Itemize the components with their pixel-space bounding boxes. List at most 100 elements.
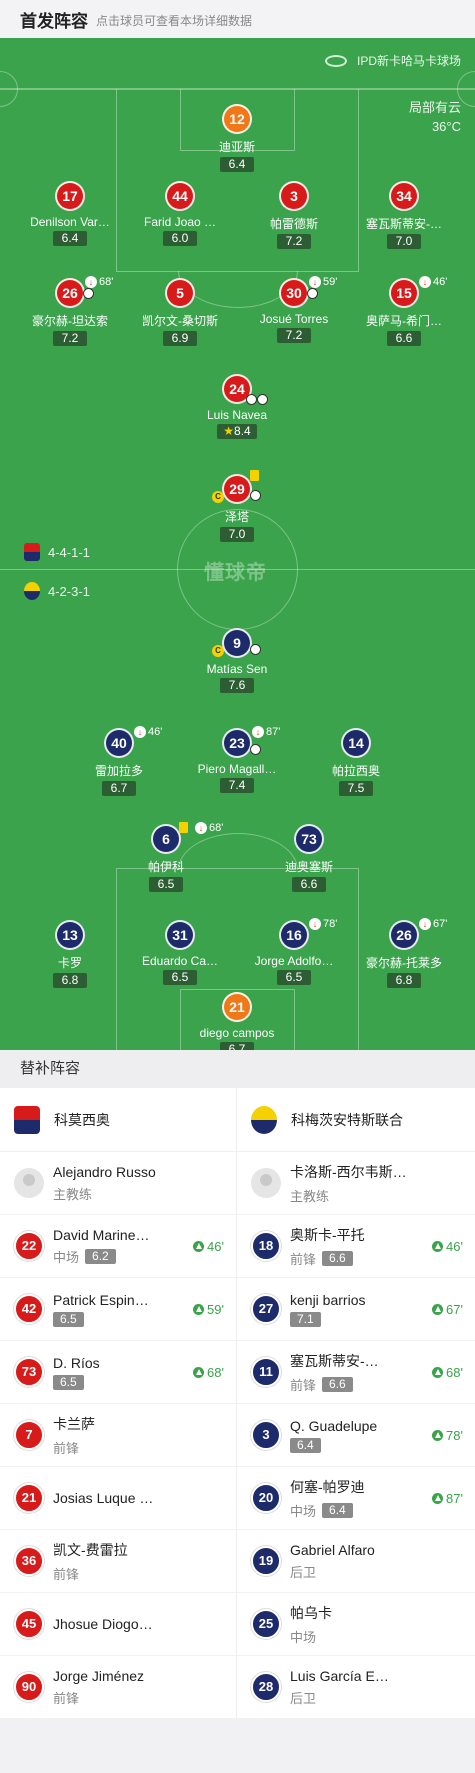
away-player[interactable]: 73 迪奥塞斯 6.6 — [254, 824, 364, 893]
away-player[interactable]: 6 帕伊科 6.5 ↓ 68' — [111, 822, 223, 893]
away-bench: 科梅茨安特斯联合 卡洛斯-西尔韦斯特里 主教练 18 奥斯卡-平托 前锋 6.6 46' 2… — [237, 1088, 475, 1719]
player-name: 帕乌卡 — [290, 1604, 332, 1621]
player-rating: 7.4 — [220, 778, 254, 793]
home-coach[interactable]: Alejandro Russo 主教练 — [0, 1152, 236, 1215]
sub-on-minute: 87' — [446, 1491, 463, 1506]
shirt-number: 3 — [251, 1420, 281, 1450]
player-rating: ★8.4 — [217, 424, 257, 439]
player-rating: 6.5 — [53, 1374, 84, 1390]
player-rating: 6.6 — [322, 1250, 353, 1266]
away-team-logo-icon — [24, 582, 40, 600]
away-player[interactable]: 40 雷加拉多 6.7 ↓ 46' — [64, 726, 174, 797]
pitch: IPD新卡哈马卡球场 局部有云 36°C 懂球帝 4-4-1-1 4-2-3-1… — [0, 38, 475, 1050]
player-meta: 6.5 — [53, 1311, 183, 1327]
home-bench-player[interactable]: 73 D. Ríos 6.5 68' — [0, 1341, 236, 1404]
away-player[interactable]: 13 卡罗 6.8 — [15, 920, 125, 989]
away-coach[interactable]: 卡洛斯-西尔韦斯特里 主教练 — [237, 1152, 475, 1215]
home-bench-player[interactable]: 90 Jorge Jiménez 前锋 — [0, 1656, 236, 1719]
shirt-number: 26 — [389, 920, 419, 950]
player-meta: 前锋 — [53, 1564, 183, 1583]
home-player[interactable]: 29 泽塔 7.0 C — [182, 470, 292, 543]
player-rating: 6.5 — [277, 970, 311, 985]
home-bench-player[interactable]: 7 卡兰萨 前锋 — [0, 1404, 236, 1467]
home-player[interactable]: 15 奥萨马-希门… 6.6 ↓ 46' — [349, 276, 459, 347]
player-name: Josué Torres — [259, 312, 329, 326]
player-rating: 7.2 — [277, 234, 311, 249]
player-info: 凯文-费雷拉 前锋 — [53, 1540, 183, 1583]
shirt-number: 22 — [14, 1231, 44, 1261]
home-bench-player[interactable]: 36 凯文-费雷拉 前锋 — [0, 1530, 236, 1593]
sub-off-minute: 46' — [148, 726, 163, 738]
away-player[interactable]: 23 Piero Magall… 7.4 ↓ 87' — [182, 726, 292, 794]
player-rating: 7.2 — [277, 328, 311, 343]
away-bench-team[interactable]: 科梅茨安特斯联合 — [237, 1088, 475, 1152]
shirt-number: 16 — [279, 920, 309, 950]
coach-avatar-icon — [251, 1168, 281, 1198]
away-bench-player[interactable]: 11 塞瓦斯蒂安-… 前锋 6.6 68' — [237, 1341, 475, 1404]
home-player[interactable]: 17 Denilson Var… 6.4 — [15, 181, 125, 247]
home-player[interactable]: 12 迪亚斯 6.4 — [182, 104, 292, 173]
sub-on-icon — [432, 1241, 444, 1252]
away-bench-player[interactable]: 20 何塞-帕罗迪 中场 6.4 87' — [237, 1467, 475, 1530]
away-bench-player[interactable]: 3 Q. Guadelupe 6.4 78' — [237, 1404, 475, 1467]
away-player[interactable]: 9 Matías Sen 7.6 C — [182, 628, 292, 694]
sub-on-minute: 68' — [207, 1365, 224, 1380]
away-player[interactable]: 14 帕拉西奥 7.5 — [301, 728, 411, 797]
away-player[interactable]: 16 Jorge Adolfo… 6.5 ↓ 78' — [239, 918, 349, 986]
home-player[interactable]: 44 Farid Joao … 6.0 — [125, 181, 235, 247]
player-position: 前锋 — [53, 1440, 80, 1456]
home-bench-player[interactable]: 45 Jhosue Diogo… — [0, 1593, 236, 1656]
player-meta: 前锋 — [53, 1438, 183, 1457]
player-name: 卡兰萨 — [53, 1415, 95, 1432]
home-player[interactable]: 26 豪尔赫-坦达索 7.2 ↓ 68' — [15, 276, 125, 347]
sub-on-time: 67' — [432, 1302, 463, 1317]
player-rating: 6.8 — [53, 973, 87, 988]
home-bench-player[interactable]: 22 David Marine… 中场 6.2 46' — [0, 1215, 236, 1278]
home-player[interactable]: 34 塞瓦斯蒂安-… 7.0 — [349, 181, 459, 250]
away-player[interactable]: 26 豪尔赫-托莱多 6.8 ↓ 67' — [349, 918, 459, 989]
player-name: 雷加拉多 — [94, 764, 143, 778]
player-info: Jorge Jiménez 前锋 — [53, 1668, 183, 1707]
player-position: 中场 — [53, 1249, 80, 1265]
player-name: Eduardo Ca… — [141, 954, 219, 968]
home-player[interactable]: 30 Josué Torres 7.2 ↓ 59' — [239, 276, 349, 344]
sub-off-icon: ↓ — [134, 726, 146, 738]
away-bench-player[interactable]: 25 帕乌卡 中场 — [237, 1593, 475, 1656]
away-player[interactable]: 21 diego campos 6.7 — [182, 992, 292, 1050]
player-name: Luis Navea — [206, 408, 268, 422]
player-meta: 中场 6.4 — [290, 1501, 420, 1520]
away-bench-player[interactable]: 18 奥斯卡-平托 前锋 6.6 46' — [237, 1215, 475, 1278]
player-info: 帕乌卡 中场 — [290, 1603, 420, 1646]
player-name: 塞瓦斯蒂安-… — [366, 217, 442, 231]
coach-name: 卡洛斯-西尔韦斯特里 — [290, 1163, 420, 1180]
home-team-name: 科莫西奥 — [54, 1111, 110, 1128]
player-meta: 6.5 — [53, 1374, 183, 1390]
sub-on-icon — [432, 1430, 444, 1441]
player-position: 前锋 — [290, 1251, 317, 1267]
home-player[interactable]: 3 帕雷德斯 7.2 — [239, 181, 349, 250]
shirt-number: 5 — [165, 278, 195, 308]
player-info: Luis García E… 后卫 — [290, 1668, 420, 1707]
home-bench-player[interactable]: 42 Patrick Espin… 6.5 59' — [0, 1278, 236, 1341]
player-name: 迪奥塞斯 — [284, 860, 333, 874]
home-bench-team[interactable]: 科莫西奥 — [0, 1088, 236, 1152]
shirt-number: 23 — [222, 728, 252, 758]
away-player[interactable]: 31 Eduardo Ca… 6.5 — [125, 920, 235, 986]
player-rating: 6.4 — [53, 231, 87, 246]
yellow-card-icon — [250, 470, 259, 481]
away-bench-player[interactable]: 27 kenji barrios 7.1 67' — [237, 1278, 475, 1341]
player-name: 何塞-帕罗迪 — [290, 1478, 365, 1495]
home-player[interactable]: 24 Luis Navea ★8.4 — [182, 374, 292, 440]
goal-ball-icon — [257, 394, 268, 405]
sub-on-minute: 78' — [446, 1428, 463, 1443]
away-team-logo-icon — [251, 1105, 277, 1134]
goal-ball-icon — [83, 288, 94, 299]
home-player[interactable]: 5 凯尔文-桑切斯 6.9 — [125, 278, 235, 347]
player-info: 奥斯卡-平托 前锋 6.6 — [290, 1225, 420, 1268]
captain-icon: C — [212, 491, 224, 503]
home-bench-player[interactable]: 21 Josias Luque … — [0, 1467, 236, 1530]
player-rating: 6.7 — [102, 781, 136, 796]
away-bench-player[interactable]: 19 Gabriel Alfaro 后卫 — [237, 1530, 475, 1593]
away-bench-player[interactable]: 28 Luis García E… 后卫 — [237, 1656, 475, 1719]
shirt-number: 73 — [294, 824, 324, 854]
